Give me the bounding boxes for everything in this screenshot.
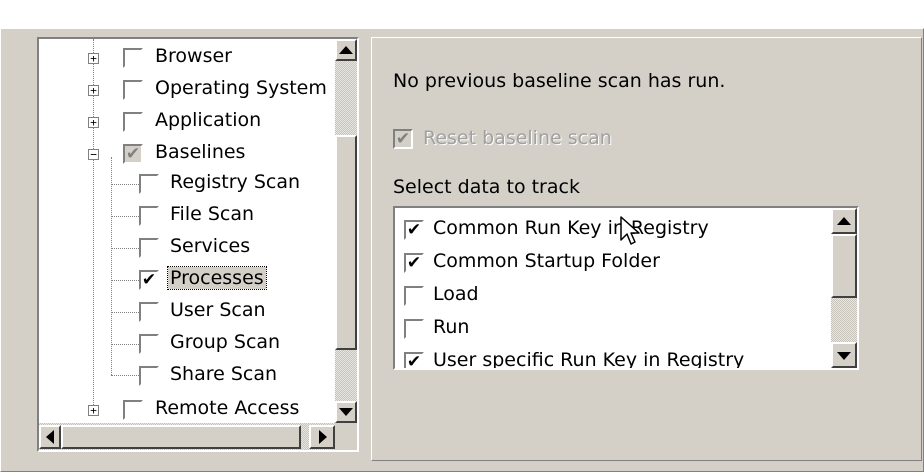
tree-checkbox-remote-access[interactable] bbox=[123, 400, 143, 420]
details-pane: No previous baseline scan has run. ✔ Res… bbox=[371, 37, 922, 461]
tree-checkbox-group-scan[interactable] bbox=[139, 334, 159, 354]
track-list-scrollbar[interactable] bbox=[831, 208, 857, 368]
tree-item-registry-scan[interactable]: Registry Scan bbox=[170, 171, 300, 193]
arrow-down-icon bbox=[837, 352, 851, 360]
tree-item-services[interactable]: Services bbox=[170, 235, 250, 257]
tree-item-user-scan[interactable]: User Scan bbox=[170, 299, 266, 321]
top-strip bbox=[0, 0, 924, 28]
tree-item-group-scan[interactable]: Group Scan bbox=[170, 331, 280, 353]
track-checkbox[interactable]: ✔ bbox=[404, 352, 424, 368]
expand-icon[interactable]: + bbox=[88, 53, 99, 64]
arrow-up-icon bbox=[339, 46, 353, 54]
select-data-label: Select data to track bbox=[393, 176, 580, 198]
tree-checkbox-registry-scan[interactable] bbox=[139, 174, 159, 194]
scroll-thumb[interactable] bbox=[831, 234, 857, 298]
expand-icon[interactable]: + bbox=[88, 85, 99, 96]
tree-item-file-scan[interactable]: File Scan bbox=[170, 203, 254, 225]
tree-item-baselines[interactable]: Baselines bbox=[155, 141, 245, 163]
track-checkbox[interactable] bbox=[404, 286, 424, 306]
tree-checkbox-baselines[interactable]: ✔ bbox=[123, 144, 143, 164]
scroll-right-button[interactable] bbox=[309, 425, 335, 449]
tree-checkbox-share-scan[interactable] bbox=[139, 366, 159, 386]
tree-line bbox=[111, 184, 139, 185]
tree-checkbox-processes[interactable]: ✔ bbox=[139, 270, 159, 290]
track-checkbox[interactable] bbox=[404, 319, 424, 339]
scroll-down-button[interactable] bbox=[831, 342, 857, 368]
tree-checkbox-user-scan[interactable] bbox=[139, 302, 159, 322]
tree-checkbox-operating-system[interactable] bbox=[123, 80, 143, 100]
track-checkbox[interactable]: ✔ bbox=[404, 253, 424, 273]
scroll-left-button[interactable] bbox=[39, 425, 61, 449]
tree-line bbox=[111, 280, 139, 281]
tree-checkbox-file-scan[interactable] bbox=[139, 206, 159, 226]
tree-item-browser[interactable]: Browser bbox=[155, 45, 232, 67]
tree-item-operating-system[interactable]: Operating System bbox=[155, 77, 327, 99]
track-item-label[interactable]: User specific Run Key in Registry bbox=[433, 349, 744, 368]
tree-line bbox=[111, 344, 139, 345]
track-item-label[interactable]: Common Run Key in Registry bbox=[433, 217, 709, 239]
scroll-down-button[interactable] bbox=[335, 401, 357, 423]
tree-content: + Browser + Operating System + Applicati… bbox=[39, 39, 335, 423]
expand-icon[interactable]: + bbox=[88, 117, 99, 128]
tree-line bbox=[111, 312, 139, 313]
track-item-label[interactable]: Load bbox=[433, 283, 479, 305]
tree-item-remote-access[interactable]: Remote Access bbox=[155, 397, 299, 419]
track-item-label[interactable]: Common Startup Folder bbox=[433, 250, 660, 272]
arrow-cursor-icon bbox=[620, 216, 640, 245]
status-text: No previous baseline scan has run. bbox=[393, 70, 726, 92]
arrow-down-icon bbox=[339, 408, 353, 416]
tree-line bbox=[111, 157, 112, 375]
scroll-thumb[interactable] bbox=[335, 135, 357, 350]
reset-baseline-label: Reset baseline scan bbox=[423, 127, 612, 149]
tree-view[interactable]: + Browser + Operating System + Applicati… bbox=[37, 37, 359, 452]
tree-line bbox=[111, 375, 139, 376]
arrow-up-icon bbox=[837, 217, 851, 225]
scroll-up-button[interactable] bbox=[335, 39, 357, 61]
track-checkbox[interactable]: ✔ bbox=[404, 220, 424, 240]
tree-horizontal-scrollbar[interactable] bbox=[39, 423, 335, 450]
track-list-content: ✔ Common Run Key in Registry ✔ Common St… bbox=[395, 208, 831, 368]
tree-vertical-scrollbar[interactable] bbox=[335, 39, 357, 423]
horizontal-scroll-thumb[interactable] bbox=[61, 425, 301, 449]
reset-baseline-checkbox: ✔ bbox=[393, 129, 413, 149]
scrollbar-corner bbox=[335, 423, 357, 450]
arrow-left-icon bbox=[46, 430, 54, 444]
tree-checkbox-services[interactable] bbox=[139, 238, 159, 258]
tree-line bbox=[111, 216, 139, 217]
arrow-right-icon bbox=[319, 430, 327, 444]
collapse-icon[interactable]: − bbox=[88, 149, 99, 160]
tree-item-application[interactable]: Application bbox=[155, 109, 261, 131]
tree-checkbox-browser[interactable] bbox=[123, 48, 143, 68]
tree-line bbox=[111, 248, 139, 249]
track-item-label[interactable]: Run bbox=[433, 316, 469, 338]
expand-icon[interactable]: + bbox=[88, 405, 99, 416]
tree-item-share-scan[interactable]: Share Scan bbox=[170, 363, 277, 385]
scroll-up-button[interactable] bbox=[831, 208, 857, 234]
tree-item-processes[interactable]: Processes bbox=[167, 266, 267, 290]
tree-checkbox-application[interactable] bbox=[123, 112, 143, 132]
